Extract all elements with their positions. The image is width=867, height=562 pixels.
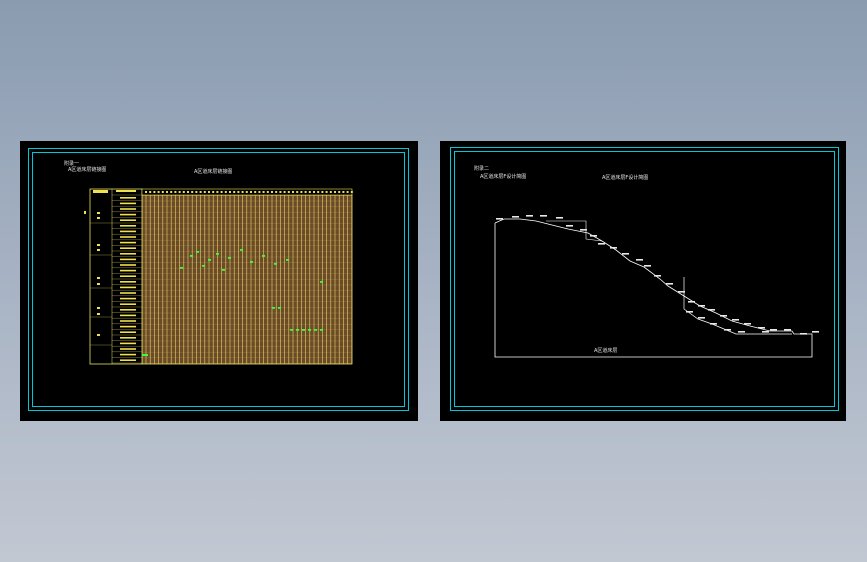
left-center-title: A区道床层链接图 (194, 169, 233, 175)
left-drawing-sheet[interactable]: 附录一 A区道床层链接图 A区道床层链接图 (20, 141, 418, 421)
left-corner-label-2: A区道床层链接图 (68, 167, 107, 173)
right-drawing-sheet[interactable]: 附录二 A区道床层F设计简图 A区道床层F设计简图 A区道床层 (440, 141, 846, 421)
right-bottom-label: A区道床层 (594, 348, 618, 354)
right-profile-diagram (494, 215, 819, 358)
left-data-table (84, 188, 353, 365)
